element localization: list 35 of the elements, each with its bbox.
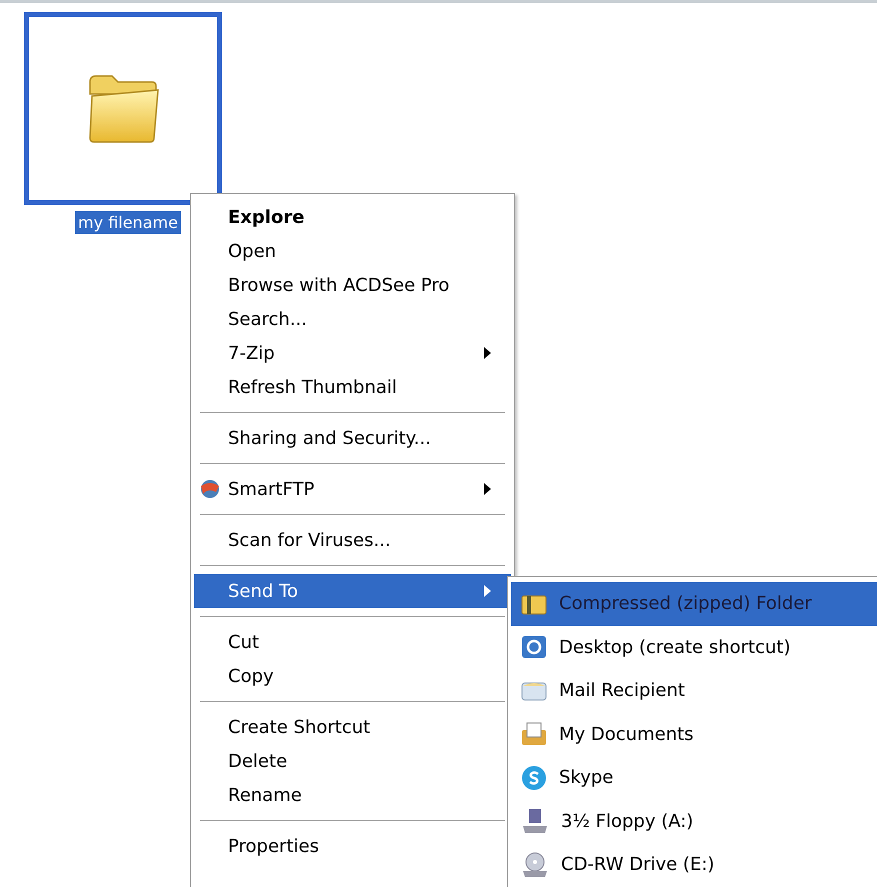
submenu-item[interactable]: Mail Recipient: [511, 669, 877, 712]
cd-drive-icon: [521, 852, 549, 878]
submenu-arrow-icon: [484, 347, 491, 359]
menu-item[interactable]: Sharing and Security...: [194, 421, 511, 455]
submenu-item[interactable]: 3½ Floppy (A:): [511, 800, 877, 843]
submenu-item[interactable]: Desktop (create shortcut): [511, 626, 877, 669]
envelope-icon: [521, 680, 547, 702]
menu-item[interactable]: 7-Zip: [194, 336, 511, 370]
menu-item[interactable]: Browse with ACDSee Pro: [194, 268, 511, 302]
folder-thumbnail[interactable]: [24, 12, 222, 205]
submenu-item[interactable]: Skype: [511, 756, 877, 800]
menu-item[interactable]: Explore: [194, 200, 511, 234]
menu-item[interactable]: Create Shortcut: [194, 710, 511, 744]
menu-item[interactable]: Copy: [194, 659, 511, 693]
submenu-arrow-icon: [484, 483, 491, 495]
shortcut-icon: [521, 635, 547, 660]
menu-item[interactable]: Cut: [194, 625, 511, 659]
floppy-drive-icon: [521, 808, 549, 834]
skype-icon: [521, 764, 547, 791]
menu-item[interactable]: Open: [194, 234, 511, 268]
folder-name[interactable]: my filename: [75, 211, 181, 234]
menu-item[interactable]: Properties: [194, 829, 511, 863]
submenu-item[interactable]: CD-RW Drive (E:): [511, 843, 877, 886]
submenu-item[interactable]: My Documents: [511, 712, 877, 756]
menu-item[interactable]: SmartFTP: [194, 472, 511, 506]
submenu-arrow-icon: [484, 585, 491, 597]
menu-item[interactable]: Delete: [194, 744, 511, 778]
documents-folder-icon: [521, 722, 547, 746]
menu-item[interactable]: Rename: [194, 778, 511, 812]
zip-folder-icon: [521, 592, 547, 615]
menu-item[interactable]: Refresh Thumbnail: [194, 370, 511, 404]
menu-item[interactable]: Send To: [194, 574, 511, 608]
menu-item[interactable]: Search...: [194, 302, 511, 336]
menu-item[interactable]: Scan for Viruses...: [194, 523, 511, 557]
globe-icon: [198, 478, 222, 500]
